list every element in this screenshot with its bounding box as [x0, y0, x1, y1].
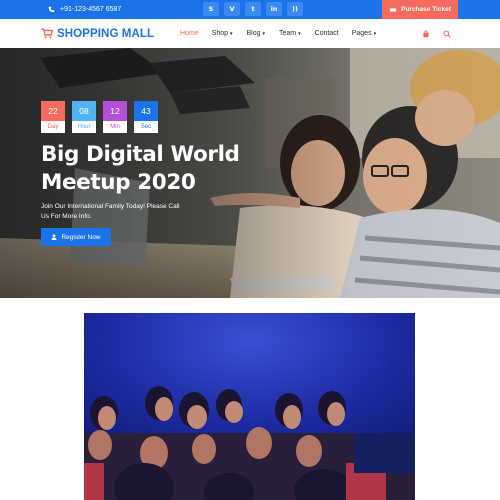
headline-line-1: Big Digital World: [41, 142, 240, 167]
cart-icon: [41, 28, 53, 39]
register-now-button[interactable]: Register Now: [41, 228, 111, 246]
site-logo[interactable]: SHOPPING MALL: [41, 19, 154, 48]
countdown-unit: Day: [47, 124, 59, 130]
nav-item-team[interactable]: Team ▼: [279, 30, 302, 37]
caret-down-icon: ▼: [372, 31, 378, 36]
caret-down-icon: ▼: [229, 31, 234, 36]
nav-item-contact[interactable]: Contact: [315, 30, 339, 37]
nav-actions: [422, 19, 451, 48]
vimeo-icon[interactable]: V: [224, 2, 240, 16]
ticket-icon: [389, 7, 397, 12]
phone-number: +91-123-4567 6587: [60, 6, 122, 13]
twitter-icon[interactable]: t: [245, 2, 261, 16]
nav-item-label: Home: [180, 30, 199, 37]
countdown-hour: 08 Hour: [72, 101, 96, 133]
countdown-value: 22: [41, 101, 65, 121]
phone-icon: [48, 6, 55, 13]
countdown-value: 12: [103, 101, 127, 121]
headline-line-2: Meetup 2020: [41, 170, 196, 195]
countdown-timer: 22 Day 08 Hour 12 Min 43 Sec: [41, 101, 158, 133]
search-icon[interactable]: [443, 29, 451, 38]
purchase-ticket-button[interactable]: Purchase Ticket: [382, 0, 458, 19]
audience-photo: [84, 313, 415, 500]
countdown-value: 08: [72, 101, 96, 121]
linkedin-icon[interactable]: in: [266, 2, 282, 16]
hero-subtext: Join Our International Family Today! Ple…: [41, 203, 180, 220]
countdown-min: 12 Min: [103, 101, 127, 133]
countdown-value: 43: [134, 101, 158, 121]
hero-section: 22 Day 08 Hour 12 Min 43 Sec Big Digital World …: [0, 48, 500, 298]
nav-item-label: Contact: [314, 30, 339, 37]
nav-item-pages[interactable]: Pages ▼: [352, 30, 377, 37]
audience-image: [84, 313, 415, 500]
register-now-label: Register Now: [61, 233, 101, 241]
logo-text: SHOPPING MALL: [57, 27, 155, 40]
nav-item-label: Blog: [246, 30, 261, 37]
top-bar: +91-123-4567 6587 S Vt in)) Purchase Ticke…: [0, 0, 500, 19]
rss-icon[interactable]: )): [287, 2, 303, 16]
nav-item-label: Shop: [211, 30, 229, 37]
phone-contact[interactable]: +91-123-4567 6587: [48, 0, 121, 19]
user-icon: [52, 234, 57, 240]
nav-item-home[interactable]: Home: [180, 30, 199, 37]
nav-item-blog[interactable]: Blog ▼: [247, 30, 266, 37]
main-nav: SHOPPING MALL Home Shop ▼ Blog ▼ Team ▼ Contact…: [0, 19, 500, 48]
nav-item-label: Team: [279, 30, 297, 37]
caret-down-icon: ▼: [297, 31, 302, 36]
countdown-unit: Min: [110, 124, 120, 130]
countdown-unit: Sec: [140, 124, 152, 130]
nav-item-shop[interactable]: Shop ▼: [212, 30, 234, 37]
countdown-sec: 43 Sec: [134, 101, 158, 133]
skype-icon[interactable]: S: [203, 2, 219, 16]
countdown-unit: Hour: [77, 124, 91, 130]
nav-item-label: Pages: [351, 30, 372, 37]
nav-menu: Home Shop ▼ Blog ▼ Team ▼ Contact Pages ▼: [180, 19, 377, 48]
social-links: S Vt in)): [203, 2, 303, 16]
shopping-bag-icon[interactable]: [422, 29, 430, 38]
purchase-ticket-label: Purchase Ticket: [401, 6, 451, 13]
hero-headline: Big Digital World Meetup 2020: [41, 141, 261, 197]
countdown-day: 22 Day: [41, 101, 65, 133]
caret-down-icon: ▼: [261, 31, 266, 36]
